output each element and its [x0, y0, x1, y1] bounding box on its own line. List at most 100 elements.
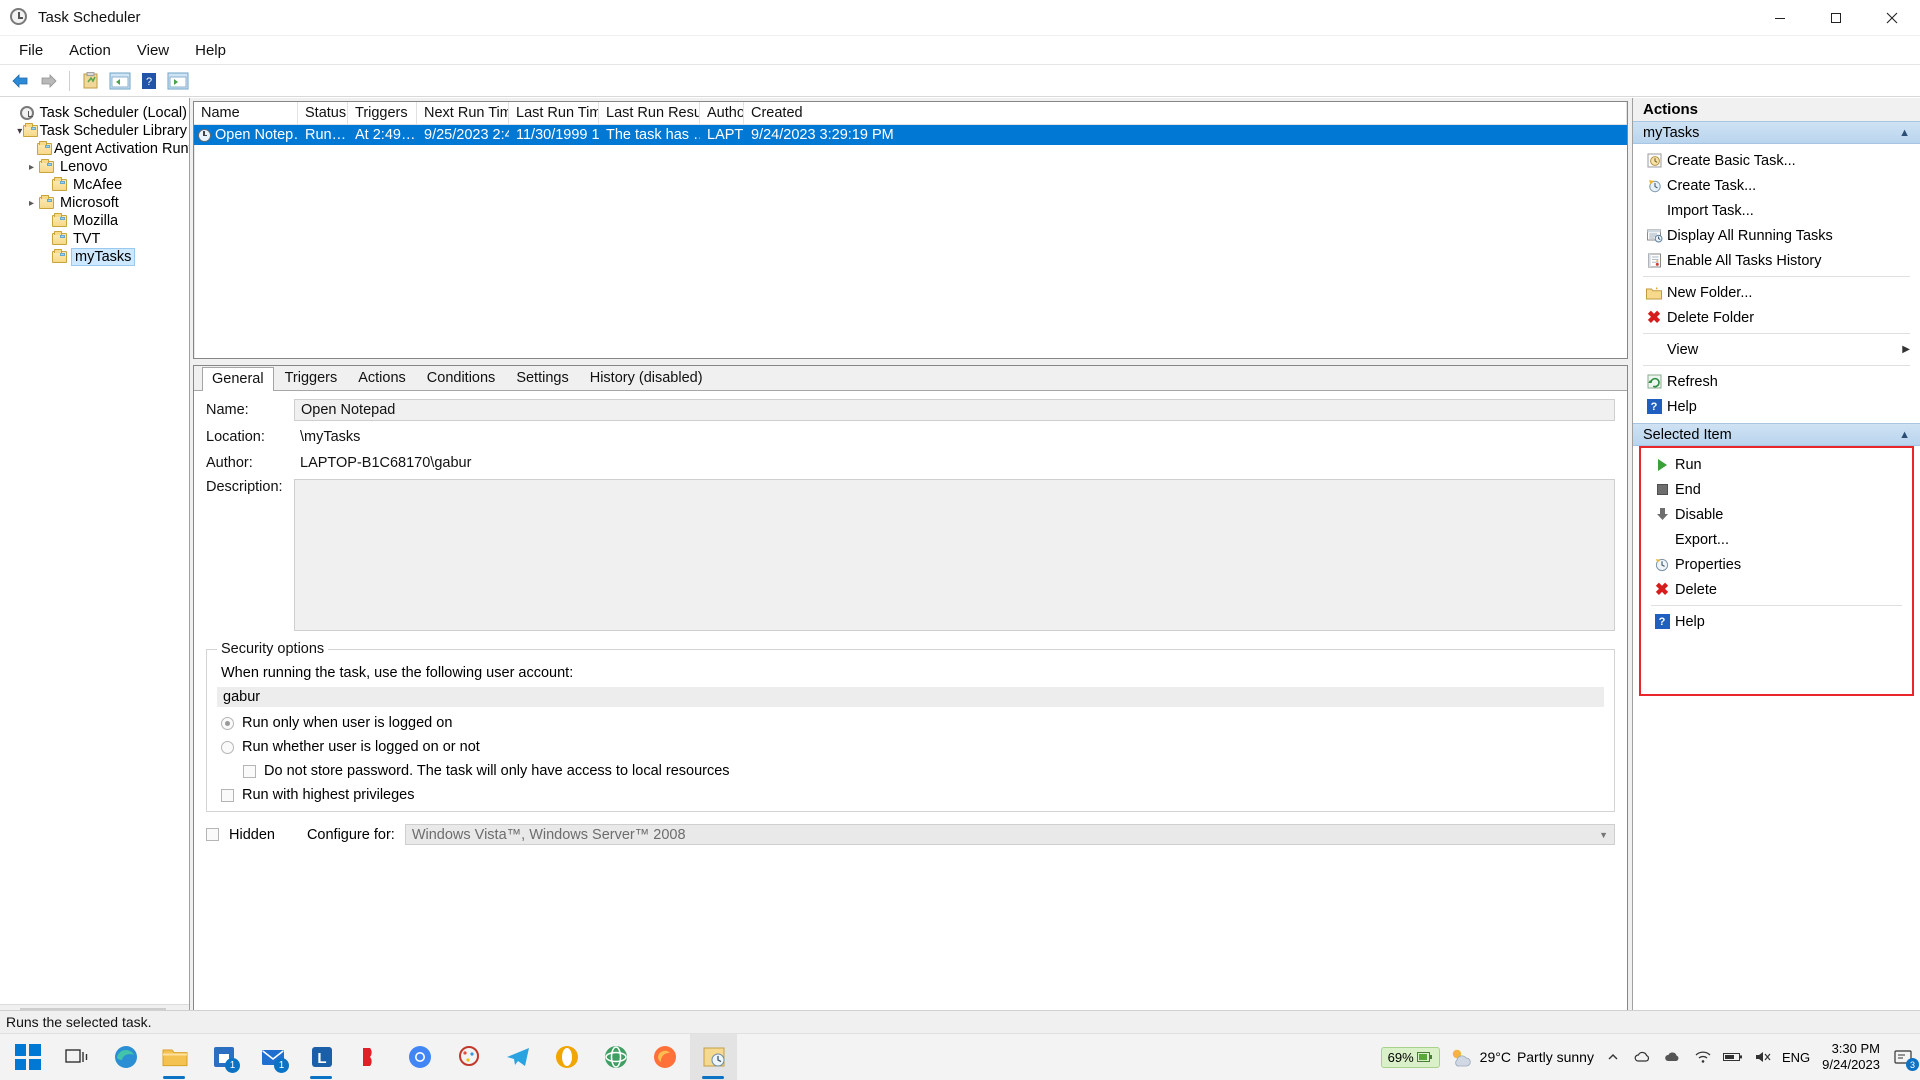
- show-action-pane-icon[interactable]: [164, 68, 191, 93]
- action-properties[interactable]: Properties: [1641, 552, 1912, 577]
- paint-icon[interactable]: [445, 1034, 492, 1080]
- checkbox-icon[interactable]: [221, 788, 234, 802]
- menu-view[interactable]: View: [124, 39, 182, 62]
- atom-icon[interactable]: [592, 1034, 639, 1080]
- battery-status[interactable]: 69%: [1380, 1046, 1440, 1068]
- action-refresh[interactable]: Refresh: [1633, 369, 1920, 394]
- weather-widget[interactable]: 29°C Partly sunny: [1448, 1046, 1594, 1068]
- action-help[interactable]: ? Help: [1633, 394, 1920, 419]
- notification-icon[interactable]: 3: [1892, 1045, 1919, 1071]
- tree-item-tvt[interactable]: TVT: [4, 230, 189, 248]
- firefox-icon[interactable]: [641, 1034, 688, 1080]
- cloud-icon[interactable]: [1662, 1045, 1684, 1069]
- help-icon[interactable]: ?: [135, 68, 162, 93]
- properties-icon[interactable]: [77, 68, 104, 93]
- language-indicator[interactable]: ENG: [1782, 1050, 1810, 1065]
- lenovo-icon[interactable]: L: [298, 1034, 345, 1080]
- tab-triggers[interactable]: Triggers: [274, 366, 348, 390]
- back-arrow-icon[interactable]: [6, 68, 33, 93]
- user-account-value[interactable]: gabur: [217, 687, 1604, 707]
- table-row[interactable]: Open Notep… Run… At 2:49… 9/25/2023 2:4……: [194, 125, 1627, 145]
- description-field[interactable]: [294, 479, 1615, 631]
- chevron-right-icon[interactable]: ▸: [24, 198, 39, 209]
- chevron-down-icon[interactable]: ▼: [1599, 830, 1608, 840]
- radio-icon[interactable]: [221, 716, 234, 730]
- column-header-next-run-time[interactable]: Next Run Time: [417, 102, 509, 124]
- tree-item-mozilla[interactable]: Mozilla: [4, 212, 189, 230]
- action-export[interactable]: Export...: [1641, 527, 1912, 552]
- show-hidden-icons[interactable]: [1602, 1045, 1624, 1069]
- opera-icon[interactable]: [543, 1034, 590, 1080]
- action-view[interactable]: View ▶: [1633, 337, 1920, 362]
- battery-tray-icon[interactable]: [1722, 1045, 1744, 1069]
- action-new-folder[interactable]: New Folder...: [1633, 280, 1920, 305]
- column-header-last-run-result[interactable]: Last Run Result: [599, 102, 700, 124]
- action-run[interactable]: Run: [1641, 452, 1912, 477]
- menu-file[interactable]: File: [6, 39, 56, 62]
- hidden-checkbox[interactable]: [206, 828, 219, 841]
- menu-help[interactable]: Help: [182, 39, 239, 62]
- action-enable-all-tasks-history[interactable]: Enable All Tasks History: [1633, 248, 1920, 273]
- action-import-task[interactable]: Import Task...: [1633, 198, 1920, 223]
- action-delete[interactable]: ✖ Delete: [1641, 577, 1912, 602]
- chrome-icon[interactable]: [396, 1034, 443, 1080]
- tree-item-agent-activation-runtime[interactable]: Agent Activation Runt: [4, 140, 189, 158]
- tab-conditions[interactable]: Conditions: [416, 366, 506, 390]
- task-view-icon[interactable]: [53, 1034, 100, 1080]
- column-header-name[interactable]: Name: [194, 102, 298, 124]
- option-run-with-highest-privileges[interactable]: Run with highest privileges: [217, 787, 1604, 803]
- actions-group-selected-item[interactable]: Selected Item ▲: [1633, 423, 1920, 446]
- volume-icon[interactable]: [1752, 1045, 1774, 1069]
- action-create-task[interactable]: Create Task...: [1633, 173, 1920, 198]
- minimize-button[interactable]: [1752, 0, 1808, 35]
- taskbar-clock[interactable]: 3:30 PM 9/24/2023: [1818, 1041, 1884, 1072]
- name-field[interactable]: Open Notepad: [294, 399, 1615, 421]
- show-hide-console-tree-icon[interactable]: [106, 68, 133, 93]
- column-header-created[interactable]: Created: [744, 102, 1627, 124]
- task-scheduler-icon[interactable]: [690, 1033, 737, 1080]
- bitdefender-icon[interactable]: [347, 1034, 394, 1080]
- option-do-not-store-password[interactable]: Do not store password. The task will onl…: [217, 763, 1604, 779]
- forward-arrow-icon[interactable]: [35, 68, 62, 93]
- edge-icon[interactable]: [102, 1034, 149, 1080]
- tree-item-mytasks[interactable]: myTasks: [4, 248, 189, 266]
- maximize-button[interactable]: [1808, 0, 1864, 35]
- action-disable[interactable]: Disable: [1641, 502, 1912, 527]
- mail-icon[interactable]: 1: [249, 1034, 296, 1080]
- tree-item-microsoft[interactable]: ▸ Microsoft: [4, 194, 189, 212]
- tree-root-task-scheduler-local[interactable]: Task Scheduler (Local): [4, 104, 189, 122]
- action-help-selected[interactable]: ? Help: [1641, 609, 1912, 634]
- action-create-basic-task[interactable]: Create Basic Task...: [1633, 148, 1920, 173]
- action-display-all-running-tasks[interactable]: Display All Running Tasks: [1633, 223, 1920, 248]
- tab-actions[interactable]: Actions: [348, 366, 416, 390]
- caret-up-icon[interactable]: ▲: [1899, 429, 1910, 441]
- file-explorer-icon[interactable]: [151, 1034, 198, 1080]
- chevron-right-icon[interactable]: ▸: [24, 162, 39, 173]
- tree-item-mcafee[interactable]: McAfee: [4, 176, 189, 194]
- column-header-status[interactable]: Status: [298, 102, 348, 124]
- configure-for-select[interactable]: Windows Vista™, Windows Server™ 2008 ▼: [404, 824, 1615, 845]
- option-run-only-when-logged-on[interactable]: Run only when user is logged on: [217, 715, 1604, 731]
- tab-general[interactable]: General: [202, 367, 274, 391]
- actions-group-mytasks[interactable]: myTasks ▲: [1633, 121, 1920, 144]
- telegram-icon[interactable]: [494, 1034, 541, 1080]
- column-header-author[interactable]: Author: [700, 102, 744, 124]
- checkbox-icon[interactable]: [243, 764, 256, 778]
- menu-action[interactable]: Action: [56, 39, 124, 62]
- tab-history[interactable]: History (disabled): [579, 366, 713, 390]
- radio-icon[interactable]: [221, 740, 234, 754]
- column-header-last-run-time[interactable]: Last Run Time: [509, 102, 599, 124]
- caret-up-icon[interactable]: ▲: [1899, 127, 1910, 139]
- action-delete-folder[interactable]: ✖ Delete Folder: [1633, 305, 1920, 330]
- store-icon[interactable]: 1: [200, 1034, 247, 1080]
- tree-item-task-scheduler-library[interactable]: ▾ Task Scheduler Library: [4, 122, 189, 140]
- onedrive-icon[interactable]: [1632, 1045, 1654, 1069]
- close-button[interactable]: [1864, 0, 1920, 35]
- tree-item-lenovo[interactable]: ▸ Lenovo: [4, 158, 189, 176]
- option-run-whether-logged-on-or-not[interactable]: Run whether user is logged on or not: [217, 739, 1604, 755]
- start-button[interactable]: [4, 1034, 51, 1080]
- action-end[interactable]: End: [1641, 477, 1912, 502]
- network-icon[interactable]: [1692, 1045, 1714, 1069]
- column-header-triggers[interactable]: Triggers: [348, 102, 417, 124]
- tab-settings[interactable]: Settings: [506, 366, 579, 390]
